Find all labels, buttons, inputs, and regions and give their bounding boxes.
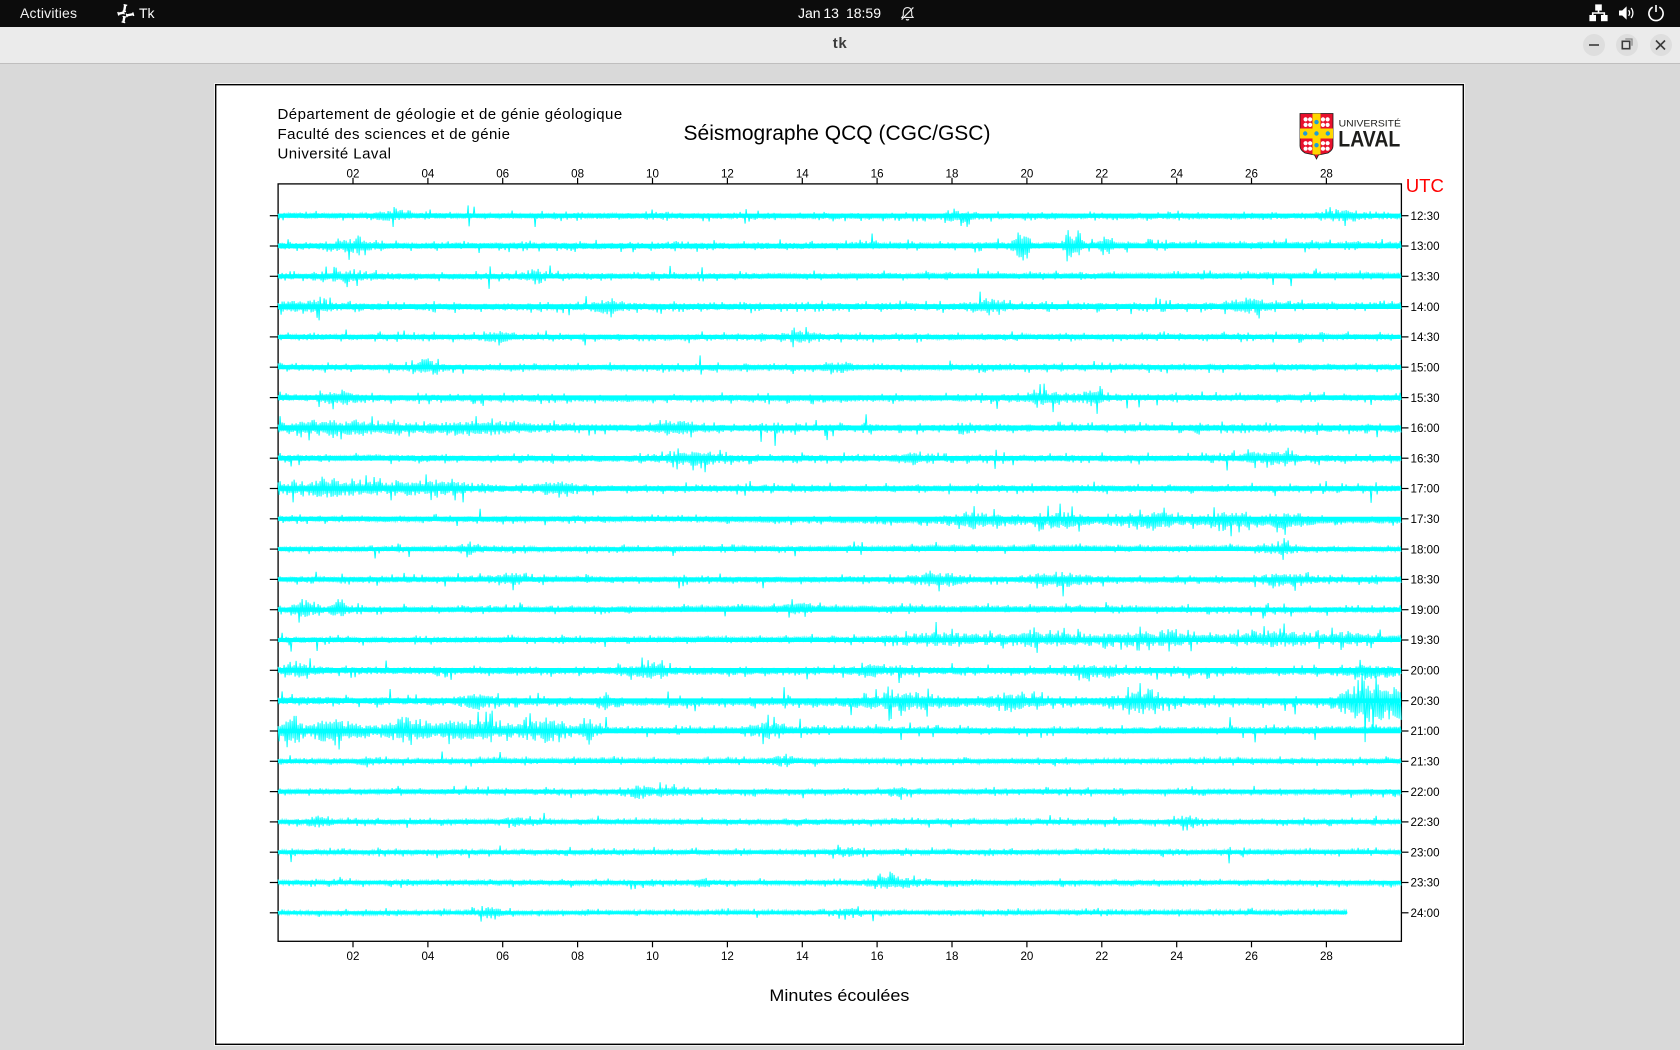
svg-text:24: 24 <box>1170 950 1183 963</box>
svg-text:Département de géologie et de: Département de géologie et de génie géol… <box>278 106 623 123</box>
svg-text:26: 26 <box>1245 167 1258 180</box>
svg-text:12:30: 12:30 <box>1411 210 1440 223</box>
svg-text:15:00: 15:00 <box>1411 361 1440 374</box>
svg-text:Minutes écoulées: Minutes écoulées <box>769 986 909 1005</box>
svg-text:17:30: 17:30 <box>1411 513 1440 526</box>
svg-text:14:00: 14:00 <box>1411 301 1440 314</box>
svg-text:16:00: 16:00 <box>1411 422 1440 435</box>
svg-text:17:00: 17:00 <box>1411 483 1440 496</box>
svg-text:18:30: 18:30 <box>1411 574 1440 587</box>
svg-text:24: 24 <box>1170 167 1183 180</box>
svg-text:19:30: 19:30 <box>1411 634 1440 647</box>
svg-text:21:00: 21:00 <box>1411 725 1440 738</box>
svg-text:LAVAL: LAVAL <box>1338 126 1400 151</box>
svg-text:14:30: 14:30 <box>1411 331 1440 344</box>
svg-text:26: 26 <box>1245 950 1258 963</box>
svg-text:02: 02 <box>347 167 360 180</box>
svg-text:14: 14 <box>796 950 809 963</box>
svg-text:20: 20 <box>1020 167 1033 180</box>
svg-text:12: 12 <box>721 167 734 180</box>
svg-text:16: 16 <box>871 950 884 963</box>
svg-text:06: 06 <box>496 950 509 963</box>
svg-text:20:30: 20:30 <box>1411 695 1440 708</box>
svg-text:22:30: 22:30 <box>1411 816 1440 829</box>
svg-text:15:30: 15:30 <box>1411 392 1440 405</box>
svg-text:18:00: 18:00 <box>1411 543 1440 556</box>
svg-text:04: 04 <box>421 167 434 180</box>
svg-text:22: 22 <box>1095 167 1108 180</box>
svg-text:19:00: 19:00 <box>1411 604 1440 617</box>
svg-text:23:00: 23:00 <box>1411 846 1440 859</box>
svg-text:20:00: 20:00 <box>1411 665 1440 678</box>
svg-text:28: 28 <box>1320 950 1333 963</box>
svg-text:23:30: 23:30 <box>1411 877 1440 890</box>
svg-text:10: 10 <box>646 950 659 963</box>
svg-text:14: 14 <box>796 167 809 180</box>
svg-text:24:00: 24:00 <box>1411 907 1440 920</box>
svg-text:12: 12 <box>721 950 734 963</box>
svg-text:22: 22 <box>1095 950 1108 963</box>
svg-text:13:00: 13:00 <box>1411 240 1440 253</box>
svg-text:Université Laval: Université Laval <box>278 146 392 163</box>
svg-text:18: 18 <box>946 167 959 180</box>
svg-text:10: 10 <box>646 167 659 180</box>
svg-text:02: 02 <box>347 950 360 963</box>
svg-text:18: 18 <box>946 950 959 963</box>
svg-text:21:30: 21:30 <box>1411 756 1440 769</box>
svg-text:20: 20 <box>1020 950 1033 963</box>
svg-text:Séismographe QCQ (CGC/GSC): Séismographe QCQ (CGC/GSC) <box>684 122 991 145</box>
svg-text:13:30: 13:30 <box>1411 271 1440 284</box>
svg-text:08: 08 <box>571 950 584 963</box>
svg-text:Faculté des sciences et de gén: Faculté des sciences et de génie <box>278 126 511 143</box>
svg-text:06: 06 <box>496 167 509 180</box>
svg-text:16:30: 16:30 <box>1411 452 1440 465</box>
svg-text:UTC: UTC <box>1406 175 1444 196</box>
svg-text:22:00: 22:00 <box>1411 786 1440 799</box>
svg-text:28: 28 <box>1320 167 1333 180</box>
svg-text:16: 16 <box>871 167 884 180</box>
svg-text:08: 08 <box>571 167 584 180</box>
svg-text:04: 04 <box>421 950 434 963</box>
